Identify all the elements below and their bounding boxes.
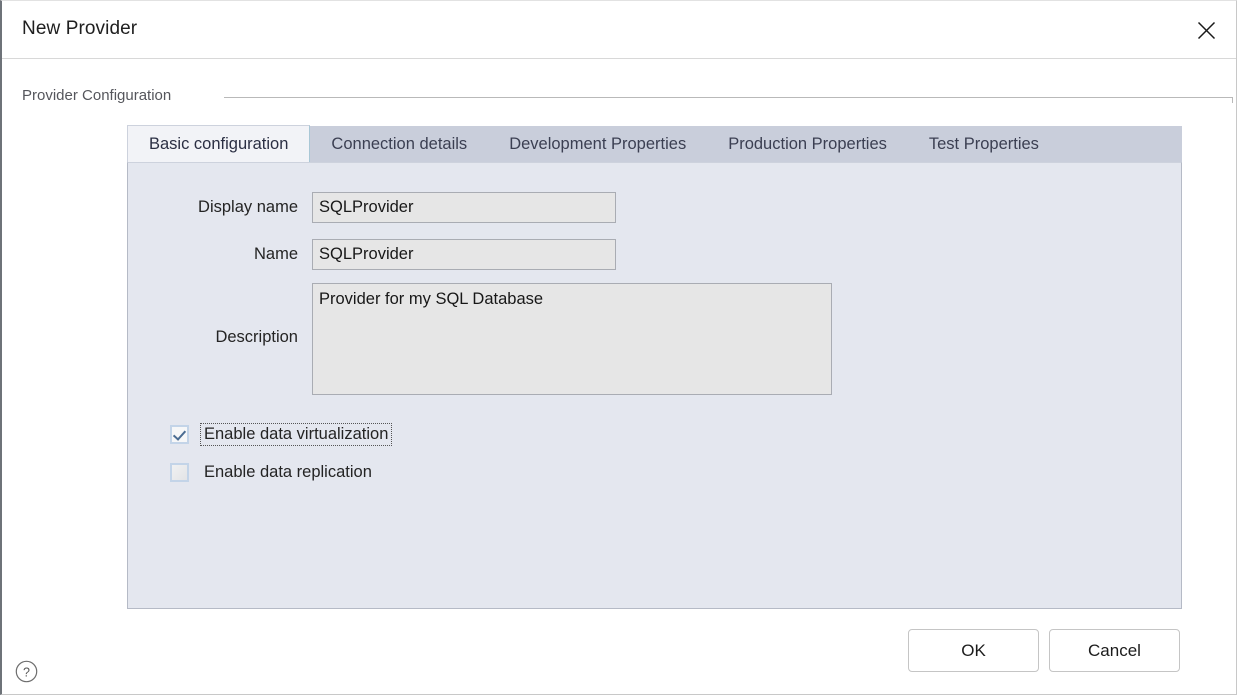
- close-icon: [1196, 20, 1217, 41]
- display-name-label: Display name: [198, 198, 298, 216]
- help-circle-icon[interactable]: ?: [15, 660, 38, 683]
- groupbox-divider-cap: [1232, 97, 1233, 103]
- basic-configuration-panel: Display name Name Description Enable dat…: [127, 162, 1182, 609]
- name-input[interactable]: [312, 239, 616, 270]
- description-textarea[interactable]: [312, 283, 832, 395]
- tab-connection-details[interactable]: Connection details: [310, 126, 488, 162]
- dialog-title: New Provider: [22, 18, 138, 39]
- enable-data-virtualization-checkbox[interactable]: [170, 425, 189, 444]
- new-provider-dialog: New Provider Provider Configuration Basi…: [0, 0, 1237, 695]
- enable-data-virtualization-row[interactable]: Enable data virtualization: [170, 423, 393, 446]
- enable-data-replication-label: Enable data replication: [204, 463, 372, 481]
- groupbox-divider-line: [224, 97, 1233, 98]
- enable-data-replication-checkbox[interactable]: [170, 463, 189, 482]
- tab-production-properties[interactable]: Production Properties: [707, 126, 908, 162]
- ok-button[interactable]: OK: [908, 629, 1039, 672]
- tab-test-properties[interactable]: Test Properties: [908, 126, 1060, 162]
- cancel-button[interactable]: Cancel: [1049, 629, 1180, 672]
- tab-basic-configuration[interactable]: Basic configuration: [127, 125, 311, 162]
- name-label: Name: [253, 245, 298, 263]
- provider-configuration-legend: Provider Configuration: [22, 87, 178, 104]
- enable-data-replication-row[interactable]: Enable data replication: [170, 461, 376, 484]
- close-button[interactable]: [1184, 9, 1228, 51]
- display-name-input[interactable]: [312, 192, 616, 223]
- description-label: Description: [215, 328, 298, 346]
- tabstrip: Basic configuration Connection details D…: [127, 125, 1182, 162]
- tab-development-properties[interactable]: Development Properties: [488, 126, 707, 162]
- svg-text:?: ?: [23, 665, 30, 679]
- enable-data-virtualization-label: Enable data virtualization: [200, 423, 393, 446]
- dialog-titlebar: New Provider: [2, 1, 1236, 59]
